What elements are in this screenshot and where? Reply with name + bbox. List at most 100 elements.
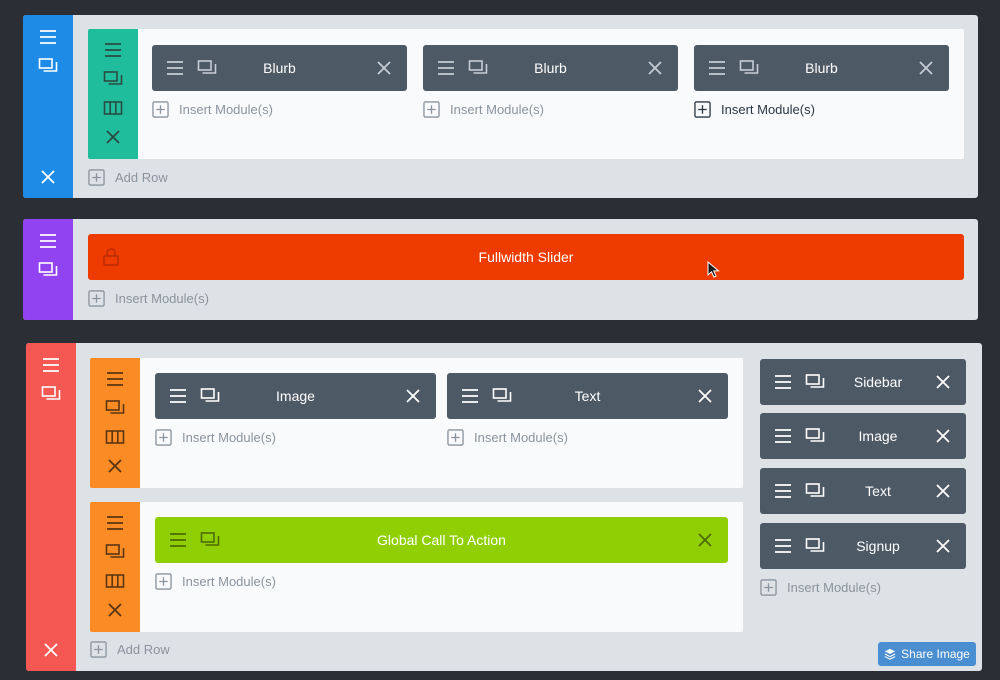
module-move-icon[interactable] xyxy=(772,371,794,393)
plus-icon xyxy=(694,101,711,118)
insert-module-button[interactable]: Insert Module(s) xyxy=(423,101,544,118)
insert-module-button[interactable]: Insert Module(s) xyxy=(760,579,881,596)
insert-module-button[interactable]: Insert Module(s) xyxy=(155,429,276,446)
module-label: Blurb xyxy=(263,60,296,76)
module-blurb[interactable]: Blurb xyxy=(423,45,678,91)
module-text[interactable]: Text xyxy=(760,468,966,514)
module-duplicate-icon[interactable] xyxy=(196,57,218,79)
module-global-call-to-action[interactable]: Global Call To Action xyxy=(155,517,728,563)
section-3-move-icon[interactable] xyxy=(38,354,64,376)
module-move-icon[interactable] xyxy=(167,529,189,551)
row-handle-bar[interactable] xyxy=(90,502,140,632)
row-delete-icon[interactable] xyxy=(102,599,128,621)
plus-icon xyxy=(423,101,440,118)
module-move-icon[interactable] xyxy=(459,385,481,407)
module-duplicate-icon[interactable] xyxy=(199,529,221,551)
insert-module-label: Insert Module(s) xyxy=(721,102,815,117)
row-duplicate-icon[interactable] xyxy=(102,397,128,419)
module-move-icon[interactable] xyxy=(706,57,728,79)
section-2-duplicate-icon[interactable] xyxy=(35,259,61,281)
layers-icon xyxy=(884,648,896,660)
plus-icon xyxy=(155,429,172,446)
section-3-row-1: Image Insert Module(s) Text Insert Modul… xyxy=(90,358,743,488)
module-move-icon[interactable] xyxy=(772,535,794,557)
module-delete-icon[interactable] xyxy=(915,57,937,79)
module-delete-icon[interactable] xyxy=(402,385,424,407)
module-move-icon[interactable] xyxy=(772,425,794,447)
module-blurb[interactable]: Blurb xyxy=(694,45,949,91)
module-delete-icon[interactable] xyxy=(932,535,954,557)
section-3: Image Insert Module(s) Text Insert Modul… xyxy=(26,343,982,671)
module-sidebar[interactable]: Sidebar xyxy=(760,359,966,405)
section-2-move-icon[interactable] xyxy=(35,230,61,252)
module-label: Fullwidth Slider xyxy=(478,249,574,265)
mouse-cursor-icon xyxy=(707,261,720,278)
module-duplicate-icon[interactable] xyxy=(804,480,826,502)
row-move-icon[interactable] xyxy=(102,368,128,390)
module-text[interactable]: Text xyxy=(447,373,728,419)
row-1-delete-icon[interactable] xyxy=(100,126,126,148)
row-columns-icon[interactable] xyxy=(102,570,128,592)
insert-module-button[interactable]: Insert Module(s) xyxy=(447,429,568,446)
insert-module-button[interactable]: Insert Module(s) xyxy=(152,101,273,118)
row-duplicate-icon[interactable] xyxy=(102,541,128,563)
section-1-handle-bar[interactable] xyxy=(23,15,73,198)
section-1-move-icon[interactable] xyxy=(35,26,61,48)
module-duplicate-icon[interactable] xyxy=(804,535,826,557)
module-delete-icon[interactable] xyxy=(644,57,666,79)
module-move-icon[interactable] xyxy=(164,57,186,79)
module-blurb[interactable]: Blurb xyxy=(152,45,407,91)
row-1-columns-icon[interactable] xyxy=(100,97,126,119)
insert-module-button[interactable]: Insert Module(s) xyxy=(88,290,209,307)
module-image[interactable]: Image xyxy=(155,373,436,419)
add-row-button[interactable]: Add Row xyxy=(88,169,168,186)
module-duplicate-icon[interactable] xyxy=(804,425,826,447)
module-duplicate-icon[interactable] xyxy=(199,385,221,407)
add-row-button[interactable]: Add Row xyxy=(90,641,170,658)
module-duplicate-icon[interactable] xyxy=(467,57,489,79)
module-label: Text xyxy=(574,388,601,404)
module-fullwidth-slider[interactable]: Fullwidth Slider xyxy=(88,234,964,280)
row-delete-icon[interactable] xyxy=(102,455,128,477)
module-signup[interactable]: Signup xyxy=(760,523,966,569)
row-1-move-icon[interactable] xyxy=(100,39,126,61)
section-3-row-2: Global Call To Action Insert Module(s) xyxy=(90,502,743,632)
insert-module-button[interactable]: Insert Module(s) xyxy=(155,573,276,590)
module-image[interactable]: Image xyxy=(760,413,966,459)
section-3-duplicate-icon[interactable] xyxy=(38,383,64,405)
module-delete-icon[interactable] xyxy=(932,425,954,447)
row-handle-bar[interactable] xyxy=(90,358,140,488)
section-3-delete-icon[interactable] xyxy=(38,639,64,661)
row-columns-icon[interactable] xyxy=(102,426,128,448)
section-2-handle-bar[interactable] xyxy=(23,219,73,320)
share-image-button[interactable]: Share Image xyxy=(878,642,976,666)
module-duplicate-icon[interactable] xyxy=(738,57,760,79)
module-label: Blurb xyxy=(534,60,567,76)
module-move-icon[interactable] xyxy=(772,480,794,502)
section-2-fullwidth: Fullwidth Slider Insert Module(s) xyxy=(23,219,978,320)
insert-module-label: Insert Module(s) xyxy=(450,102,544,117)
module-delete-icon[interactable] xyxy=(373,57,395,79)
module-move-icon[interactable] xyxy=(435,57,457,79)
plus-icon xyxy=(90,641,107,658)
module-delete-icon[interactable] xyxy=(694,529,716,551)
row-1-duplicate-icon[interactable] xyxy=(100,68,126,90)
module-delete-icon[interactable] xyxy=(694,385,716,407)
add-row-label: Add Row xyxy=(115,170,168,185)
section-1-duplicate-icon[interactable] xyxy=(35,55,61,77)
module-delete-icon[interactable] xyxy=(932,371,954,393)
section-3-handle-bar[interactable] xyxy=(26,343,76,671)
module-duplicate-icon[interactable] xyxy=(491,385,513,407)
module-duplicate-icon[interactable] xyxy=(804,371,826,393)
row-1-handle-bar[interactable] xyxy=(88,29,138,159)
plus-icon xyxy=(447,429,464,446)
section-1-row-1: Blurb Insert Module(s) Blurb Insert Modu… xyxy=(88,29,964,159)
module-move-icon[interactable] xyxy=(167,385,189,407)
module-label: Blurb xyxy=(805,60,838,76)
insert-module-label: Insert Module(s) xyxy=(787,580,881,595)
plus-icon xyxy=(88,290,105,307)
insert-module-button-hover[interactable]: Insert Module(s) xyxy=(694,101,815,118)
section-1-delete-icon[interactable] xyxy=(35,166,61,188)
row-move-icon[interactable] xyxy=(102,512,128,534)
module-delete-icon[interactable] xyxy=(932,480,954,502)
